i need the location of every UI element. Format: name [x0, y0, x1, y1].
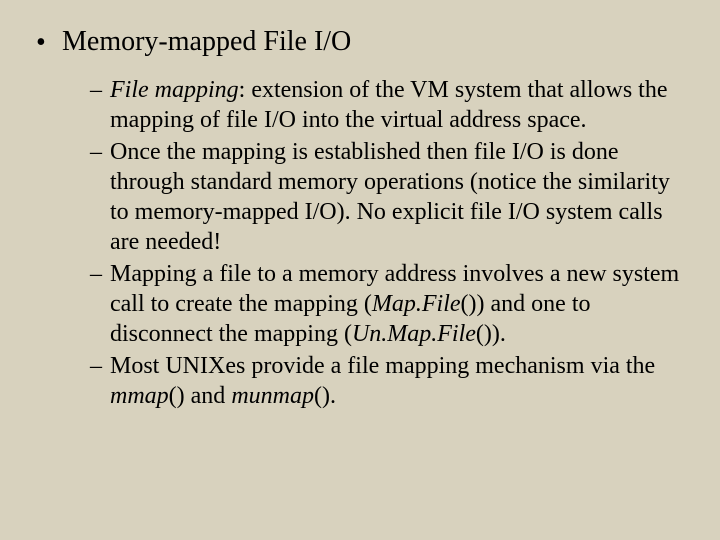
heading-item: • Memory-mapped File I/O — [36, 26, 690, 59]
list-item-text: File mapping: extension of the VM system… — [110, 75, 680, 135]
term-italic: munmap — [231, 383, 314, 409]
slide: • Memory-mapped File I/O – File mapping:… — [0, 0, 720, 540]
list-item-text: Most UNIXes provide a file mapping mecha… — [110, 351, 680, 411]
dash-bullet-icon: – — [90, 259, 110, 289]
text-run: Most UNIXes provide a file mapping mecha… — [110, 353, 655, 379]
list-item: – Most UNIXes provide a file mapping mec… — [90, 351, 680, 411]
list-item-text: Once the mapping is established then fil… — [110, 137, 680, 257]
list-item-text: Mapping a file to a memory address invol… — [110, 259, 680, 349]
heading-text: Memory-mapped File I/O — [62, 26, 351, 58]
dash-bullet-icon: – — [90, 137, 110, 167]
term-italic: Un.Map.File — [352, 321, 476, 347]
dash-bullet-icon: – — [90, 75, 110, 105]
list-item: – Once the mapping is established then f… — [90, 137, 680, 257]
term-italic: Map.File — [372, 291, 461, 317]
dash-bullet-icon: – — [90, 351, 110, 381]
text-run: ()). — [476, 321, 506, 347]
list-item: – File mapping: extension of the VM syst… — [90, 75, 680, 135]
term-italic: mmap — [110, 383, 169, 409]
text-run: () and — [169, 383, 232, 409]
disc-bullet-icon: • — [36, 26, 62, 59]
term-italic: File mapping — [110, 77, 239, 103]
list-item: – Mapping a file to a memory address inv… — [90, 259, 680, 349]
text-run: (). — [314, 383, 336, 409]
sub-bullet-list: – File mapping: extension of the VM syst… — [90, 75, 680, 411]
